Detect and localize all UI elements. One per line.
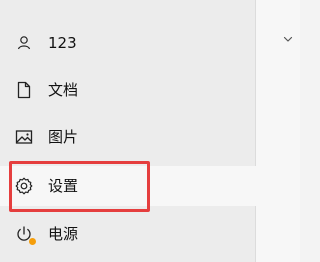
menu-item-label: 123 [48,34,77,52]
menu-item-label: 文档 [48,81,79,99]
picture-icon [15,130,33,144]
user-icon [17,36,31,50]
menu-item-label: 设置 [48,177,79,195]
menu-item-label: 图片 [48,128,79,146]
menu-item-power[interactable]: 电源 [0,214,256,254]
menu-item-documents[interactable]: 文档 [0,70,256,110]
menu-item-settings[interactable]: 设置 [0,166,256,206]
update-badge [29,238,36,245]
chevron-down-icon[interactable] [283,34,293,44]
menu-item-label: 电源 [48,225,79,243]
menu-item-user[interactable]: 123 [0,23,256,63]
document-icon [17,81,31,99]
start-menu-side-pane: 123 文档 图片 设置 电源 [0,0,256,262]
gear-icon [15,177,33,195]
start-menu-main-pane [256,0,300,262]
menu-item-pictures[interactable]: 图片 [0,117,256,157]
